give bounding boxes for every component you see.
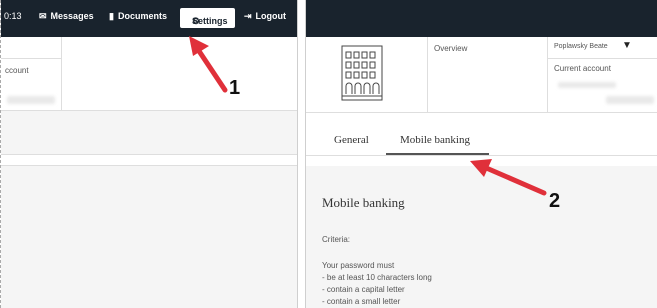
overview-link[interactable]: Overview xyxy=(434,44,467,53)
logout-link[interactable]: ⇥ Logout xyxy=(244,11,286,22)
section-title: Mobile banking xyxy=(322,195,405,210)
column-divider xyxy=(427,37,428,112)
logout-icon: ⇥ xyxy=(244,11,252,21)
tab-strip-area xyxy=(1,111,297,154)
divider xyxy=(1,58,61,59)
user-name: Poplawsky Beate xyxy=(554,43,608,50)
criteria-label: Criteria: xyxy=(322,235,351,244)
annotation-number-2: 2 xyxy=(549,190,561,212)
document-icon: ▮ xyxy=(109,11,114,21)
right-screenshot-panel: Overview Poplawsky Beate ▼ Current accou… xyxy=(305,0,657,308)
content-area xyxy=(1,165,297,308)
messages-link[interactable]: ✉ Messages xyxy=(39,11,94,22)
envelope-icon: ✉ xyxy=(39,11,47,21)
top-navigation-bar xyxy=(306,0,657,37)
password-rule: - contain a capital letter xyxy=(322,285,405,294)
divider xyxy=(547,58,657,59)
account-number-blurred xyxy=(606,96,654,104)
documents-link[interactable]: ▮ Documents xyxy=(109,11,167,22)
column-divider xyxy=(61,37,62,110)
account-name-blurred xyxy=(558,82,616,88)
divider xyxy=(1,154,297,155)
current-account-label: Current account xyxy=(554,64,611,73)
divider xyxy=(306,112,657,113)
column-divider xyxy=(547,37,548,112)
password-rule: - contain a small letter xyxy=(322,297,401,306)
bank-building-icon xyxy=(341,45,383,101)
top-navigation-bar: 0:13 ✉ Messages ▮ Documents ⚙ Settings ⇥ Lo… xyxy=(1,0,297,37)
left-screenshot-panel: 0:13 ✉ Messages ▮ Documents ⚙ Settings ⇥ Lo… xyxy=(0,0,298,308)
clock-time: 0:13 xyxy=(4,11,22,21)
password-intro: Your password must xyxy=(322,261,395,270)
tab-mobile-banking[interactable]: Mobile banking xyxy=(400,134,470,146)
filter-icon[interactable]: ▼ xyxy=(622,40,632,51)
divider xyxy=(1,165,297,166)
annotation-number-1: 1 xyxy=(229,77,241,99)
settings-button[interactable]: ⚙ Settings xyxy=(180,8,235,28)
annotation-arrow-2 xyxy=(470,159,547,196)
password-rule: - be at least 10 characters long xyxy=(322,273,432,282)
tab-general[interactable]: General xyxy=(334,134,369,146)
account-label-partial: ccount xyxy=(5,66,29,75)
account-number-blurred xyxy=(7,96,55,104)
